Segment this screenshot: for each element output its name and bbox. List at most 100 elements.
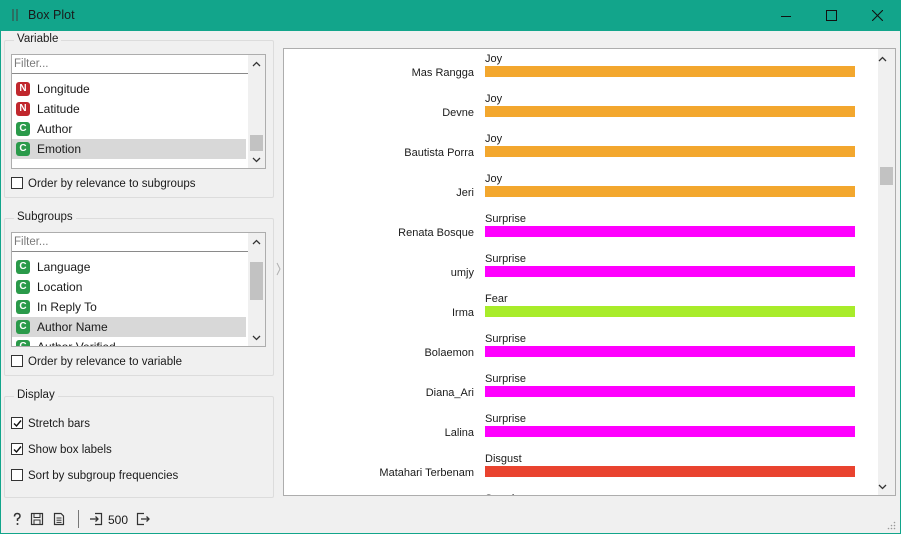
help-icon[interactable] [10,512,24,526]
categorical-variable-icon: C [16,300,30,314]
categorical-variable-icon: C [16,320,30,334]
display-group-title: Display [14,389,58,401]
categorical-variable-icon: C [16,340,30,346]
subgroup-label: Renata Bosque [398,227,474,239]
scroll-thumb[interactable] [250,135,263,151]
box-label: Joy [485,93,503,105]
checkbox-label: Stretch bars [28,418,90,430]
categorical-variable-icon: C [16,142,30,156]
subgroup-label: umjy [451,267,475,279]
save-icon[interactable] [30,512,44,526]
category-bar [485,226,855,237]
checkbox-box[interactable] [11,177,23,189]
checkbox-label: Show box labels [28,444,112,456]
subgroups-list-scrollbar[interactable] [248,233,265,346]
list-item[interactable]: C Author [12,119,246,139]
subgroup-label: Mas Rangga [412,67,475,79]
title-bar[interactable]: Box Plot [1,0,900,31]
subgroups-list[interactable]: Filter... C Language C Location C In Rep… [11,232,266,347]
numeric-variable-icon: N [16,102,30,116]
subgroup-label: Devne [442,107,474,119]
list-item-label: Emotion [37,142,82,156]
list-item[interactable]: N Longitude [12,79,246,99]
box-label: Disgust [485,453,522,465]
checkbox-box[interactable] [11,469,23,481]
maximize-button[interactable] [808,0,854,31]
box-plot-area[interactable]: Mas Rangga Joy Devne Joy Bautista Porra Joy Je… [283,48,896,496]
numeric-variable-icon: N [16,82,30,96]
list-item[interactable]: C Location [12,277,246,297]
list-item-label: Author Name [37,320,108,334]
input-count: 500 [108,513,129,527]
subgroups-group-title: Subgroups [14,211,76,223]
list-item-label: Author Verified [37,340,116,347]
input-data-icon [90,512,103,526]
variable-list-scrollbar[interactable] [248,55,265,168]
category-bar [485,266,855,277]
checkbox-box[interactable] [11,355,23,367]
subgroup-label: Diana_Ari [426,387,474,399]
category-bar [485,306,855,317]
output-data-icon [136,512,150,526]
category-bar [485,386,855,397]
checkbox-box[interactable] [11,417,23,429]
categorical-variable-icon: C [16,260,30,274]
subgroup-label: Jeri [456,187,474,199]
checkbox-label: Order by relevance to variable [28,356,183,368]
checkmark-icon [13,420,22,428]
scroll-up-icon[interactable] [252,60,261,69]
checkbox-label: Order by relevance to subgroups [28,178,196,190]
variable-group-title: Variable [14,33,62,45]
list-item-label: In Reply To [37,300,97,314]
splitter-handle-icon[interactable] [276,262,281,276]
list-item[interactable]: C Author Verified [12,337,246,347]
checkbox-box[interactable] [11,443,23,455]
subgroups-group: Subgroups Filter... C Language C Locatio… [4,211,274,376]
status-divider [78,510,79,528]
box-label: Joy [485,133,503,145]
category-bar [485,466,855,477]
box-label: Surprise [485,333,526,345]
box-label: Surprise [485,493,526,495]
scroll-thumb[interactable] [250,262,263,300]
scroll-down-icon[interactable] [252,333,261,342]
list-item[interactable]: C Language [12,257,246,277]
category-bar [485,426,855,437]
list-item-selected[interactable]: C Author Name [12,317,246,337]
scroll-down-icon[interactable] [252,155,261,164]
scroll-down-icon[interactable] [878,482,887,491]
subgroup-label: Bolaemon [424,347,474,359]
close-button[interactable] [854,0,900,31]
scroll-up-icon[interactable] [878,55,887,64]
resize-grip-icon[interactable] [887,521,896,530]
report-icon[interactable] [52,512,66,526]
box-label: Surprise [485,213,526,225]
maximize-icon [825,10,837,21]
subgroup-label: Bautista Porra [404,147,475,159]
display-group: Display Stretch bars Show box labels Sor… [4,389,274,498]
list-item[interactable]: N Latitude [12,99,246,119]
checkbox-label: Sort by subgroup frequencies [28,470,179,482]
minimize-button[interactable] [763,0,809,31]
box-label: Fear [485,293,508,305]
subgroup-label: Irma [452,307,475,319]
variable-list[interactable]: Filter... N Longitude N Latitude C Autho… [11,54,266,169]
checkmark-icon [13,446,22,454]
box-label: Surprise [485,373,526,385]
close-icon [871,10,883,21]
box-label: Joy [485,53,503,65]
box-label: Joy [485,173,503,185]
subgroups-filter-input[interactable]: Filter... [12,233,248,252]
list-item-label: Longitude [37,82,90,96]
variable-filter-input[interactable]: Filter... [12,55,248,74]
category-bar [485,66,855,77]
scroll-up-icon[interactable] [252,238,261,247]
category-bar [485,106,855,117]
variable-group: Variable Filter... N Longitude N Latitud… [4,33,274,198]
list-item-selected[interactable]: C Emotion [12,139,246,159]
list-item[interactable]: C In Reply To [12,297,246,317]
list-item-label: Author [37,122,73,136]
plot-scrollbar[interactable] [878,49,895,495]
status-bar: 500 [1,505,900,533]
scroll-thumb[interactable] [880,167,893,185]
